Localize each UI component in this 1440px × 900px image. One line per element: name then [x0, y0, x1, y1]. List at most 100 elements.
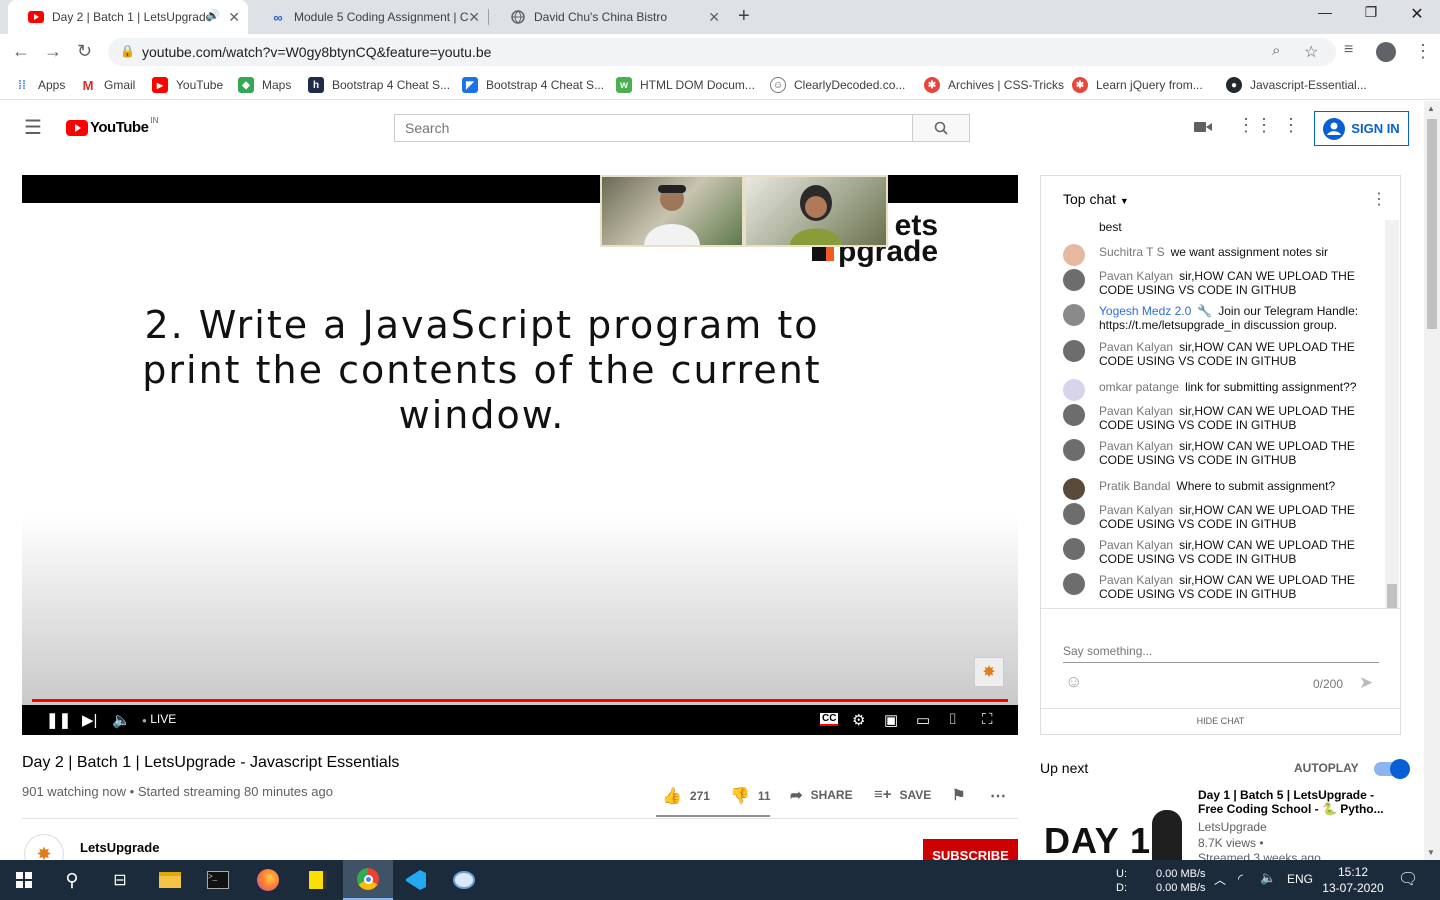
- bookmark-youtube[interactable]: ▶ YouTube: [152, 77, 223, 93]
- settings-menu-icon[interactable]: ⋮: [1282, 115, 1300, 136]
- speaker-icon[interactable]: 🔈: [1260, 870, 1276, 886]
- bookmark-github[interactable]: ● Javascript-Essential...: [1226, 77, 1367, 93]
- progress-bar[interactable]: [32, 699, 1008, 702]
- live-badge[interactable]: ● LIVE: [142, 712, 176, 726]
- up-next-title[interactable]: Day 1 | Batch 5 | LetsUpgrade - Free Cod…: [1198, 788, 1393, 816]
- settings-icon[interactable]: ⚙: [852, 711, 865, 729]
- back-icon[interactable]: ←: [12, 41, 30, 62]
- avatar[interactable]: [1063, 379, 1085, 401]
- bookmark-css-tricks[interactable]: ✱ Archives | CSS-Tricks: [924, 77, 1064, 93]
- author-name[interactable]: Suchitra T S: [1099, 245, 1165, 259]
- bookmark-html-dom[interactable]: w HTML DOM Docum...: [616, 77, 755, 93]
- create-video-icon[interactable]: [1194, 121, 1212, 133]
- avatar[interactable]: [1063, 340, 1085, 362]
- tab-youtube[interactable]: Day 2 | Batch 1 | LetsUpgrade 🔊 ✕: [8, 0, 248, 34]
- next-icon[interactable]: ▶|: [82, 711, 97, 729]
- more-actions-icon[interactable]: ⋯: [990, 786, 1006, 806]
- cast-icon[interactable]: ⌷: [948, 711, 957, 728]
- author-name[interactable]: Pavan Kalyan: [1099, 538, 1173, 552]
- chat-input[interactable]: Say something...: [1063, 644, 1379, 663]
- theater-mode-icon[interactable]: ▭: [916, 711, 930, 729]
- new-tab-icon[interactable]: +: [738, 5, 750, 28]
- chrome-taskbar-icon[interactable]: [343, 860, 393, 900]
- forward-icon[interactable]: →: [44, 41, 62, 62]
- media-control-icon[interactable]: ≡: [1344, 41, 1353, 59]
- bookmark-bootstrap-1[interactable]: h Bootstrap 4 Cheat S...: [308, 77, 450, 93]
- notifications-icon[interactable]: 🗨: [1398, 869, 1418, 889]
- tab-coursera[interactable]: ∞ Module 5 Coding Assignment | C ✕: [250, 0, 488, 34]
- page-scrollbar[interactable]: ▲ ▼: [1424, 101, 1440, 860]
- search-box[interactable]: [394, 114, 913, 142]
- chrome-menu-icon[interactable]: ⋮: [1414, 41, 1432, 62]
- wifi-icon[interactable]: ◜: [1238, 871, 1243, 887]
- author-name[interactable]: Pavan Kalyan: [1099, 573, 1173, 587]
- hamburger-menu-icon[interactable]: ☰: [24, 115, 42, 140]
- avatar[interactable]: [1063, 269, 1085, 291]
- sticky-notes-icon[interactable]: [294, 860, 342, 900]
- author-name[interactable]: Pavan Kalyan: [1099, 439, 1173, 453]
- video-thumbnail[interactable]: DAY 1: [1040, 788, 1190, 860]
- profile-icon[interactable]: [1376, 42, 1396, 62]
- author-name[interactable]: Pavan Kalyan: [1099, 269, 1173, 283]
- up-next-channel[interactable]: LetsUpgrade: [1198, 820, 1267, 834]
- sign-in-button[interactable]: SIGN IN: [1314, 111, 1409, 146]
- scroll-down-icon[interactable]: ▼: [1427, 848, 1435, 857]
- bookmark-apps[interactable]: ⁞⁞ Apps: [14, 77, 65, 93]
- scroll-up-icon[interactable]: ▲: [1427, 104, 1435, 113]
- scrollbar-thumb[interactable]: [1387, 584, 1397, 608]
- autoplay-toggle[interactable]: [1374, 759, 1410, 779]
- star-icon[interactable]: ☆: [1304, 42, 1318, 62]
- search-input[interactable]: [395, 115, 912, 141]
- avatar[interactable]: [1063, 573, 1085, 595]
- bookmark-jquery[interactable]: ✱ Learn jQuery from...: [1072, 77, 1203, 93]
- youtube-logo[interactable]: YouTube IN: [66, 116, 158, 136]
- author-name[interactable]: Pavan Kalyan: [1099, 404, 1173, 418]
- paint-icon[interactable]: [440, 860, 488, 900]
- file-explorer-icon[interactable]: [146, 860, 194, 900]
- start-button[interactable]: [0, 860, 48, 900]
- captions-icon[interactable]: CC: [820, 713, 839, 726]
- language-indicator[interactable]: ENG: [1287, 872, 1313, 886]
- task-view-icon[interactable]: ⊟: [96, 860, 144, 900]
- avatar[interactable]: [1063, 404, 1085, 426]
- avatar[interactable]: [1063, 478, 1085, 500]
- bookmark-gmail[interactable]: M Gmail: [80, 77, 136, 93]
- like-button[interactable]: 👍 271: [662, 786, 710, 806]
- fullscreen-icon[interactable]: ⛶: [982, 711, 993, 728]
- channel-watermark-icon[interactable]: ✸: [974, 657, 1004, 687]
- terminal-icon[interactable]: >_: [194, 860, 242, 900]
- channel-avatar[interactable]: ✸: [24, 834, 64, 860]
- address-bar[interactable]: 🔒 youtube.com/watch?v=W0gy8btynCQ&featur…: [108, 38, 1336, 66]
- chat-scrollbar[interactable]: [1385, 220, 1399, 608]
- channel-name[interactable]: LetsUpgrade: [80, 840, 159, 855]
- bookmark-maps[interactable]: ◆ Maps: [238, 77, 291, 93]
- chat-mode-dropdown[interactable]: Top chat ▼: [1063, 191, 1129, 207]
- bookmark-clearlydecoded[interactable]: ☺ ClearlyDecoded.co...: [770, 77, 905, 93]
- author-name[interactable]: Pratik Bandal: [1099, 479, 1170, 493]
- close-tab-icon[interactable]: ✕: [468, 9, 480, 26]
- tray-expand-icon[interactable]: ︿: [1214, 871, 1226, 888]
- subscribe-button[interactable]: SUBSCRIBE: [923, 839, 1018, 860]
- reload-icon[interactable]: ↻: [77, 41, 92, 62]
- emoji-icon[interactable]: ☺: [1065, 672, 1082, 692]
- report-flag-icon[interactable]: ⚑: [952, 786, 965, 804]
- close-tab-icon[interactable]: ✕: [708, 9, 720, 26]
- close-tab-icon[interactable]: ✕: [228, 9, 240, 26]
- scrollbar-thumb[interactable]: [1427, 119, 1437, 329]
- miniplayer-icon[interactable]: ▣: [884, 711, 898, 729]
- bookmark-bootstrap-2[interactable]: ◤ Bootstrap 4 Cheat S...: [462, 77, 604, 93]
- window-close-icon[interactable]: ✕: [1394, 4, 1440, 24]
- search-button[interactable]: [912, 114, 970, 142]
- dislike-button[interactable]: 👎 11: [730, 786, 771, 806]
- avatar[interactable]: [1063, 244, 1085, 266]
- pause-icon[interactable]: ❚❚: [46, 711, 71, 729]
- firefox-icon[interactable]: [244, 860, 292, 900]
- search-icon[interactable]: ⚲: [48, 860, 96, 900]
- avatar[interactable]: [1063, 304, 1085, 326]
- video-player[interactable]: 2. Write a JavaScript program to print t…: [22, 175, 1018, 735]
- avatar[interactable]: [1063, 538, 1085, 560]
- speaker-icon[interactable]: 🔊: [206, 9, 220, 22]
- zoom-icon[interactable]: ⌕: [1272, 42, 1280, 59]
- send-icon[interactable]: ➤: [1359, 673, 1373, 693]
- share-button[interactable]: ➦ SHARE: [790, 786, 853, 804]
